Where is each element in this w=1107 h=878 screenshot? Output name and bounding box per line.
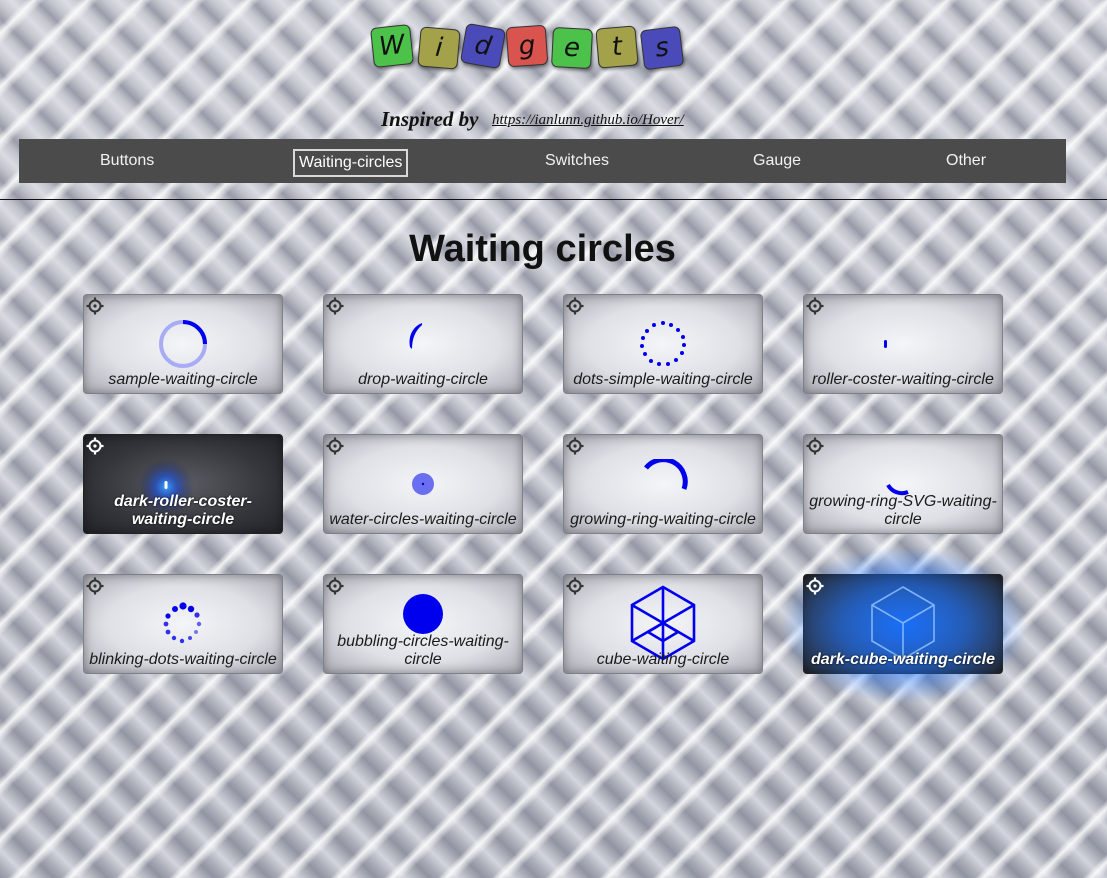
gear-icon[interactable] xyxy=(86,577,104,595)
main-nav: Buttons Waiting-circles Switches Gauge O… xyxy=(19,139,1066,183)
card-label: water-circles-waiting-circle xyxy=(329,511,517,528)
inspired-link[interactable]: https://ianlunn.github.io/Hover/ xyxy=(492,112,684,129)
nav-item-gauge[interactable]: Gauge xyxy=(753,139,801,183)
gear-icon[interactable] xyxy=(326,437,344,455)
widget-card-dots-simple[interactable]: dots-simple-waiting-circle xyxy=(563,294,763,394)
gear-icon[interactable] xyxy=(806,577,824,595)
gear-icon[interactable] xyxy=(86,297,104,315)
widget-card-drop[interactable]: drop-waiting-circle xyxy=(323,294,523,394)
logo-tile: d xyxy=(459,22,507,70)
card-label: dots-simple-waiting-circle xyxy=(573,371,753,388)
card-label: drop-waiting-circle xyxy=(358,371,488,388)
nav-item-buttons[interactable]: Buttons xyxy=(100,139,154,183)
spinner-water-circles xyxy=(412,473,434,495)
widget-card-sample[interactable]: sample-waiting-circle xyxy=(83,294,283,394)
spinner-bubbling-circles xyxy=(403,594,443,634)
inspired-by-text: Inspired by xyxy=(381,107,479,131)
widget-card-water-circles[interactable]: water-circles-waiting-circle xyxy=(323,434,523,534)
gear-icon[interactable] xyxy=(326,297,344,315)
nav-item-switches[interactable]: Switches xyxy=(545,139,609,183)
gear-icon[interactable] xyxy=(86,437,104,455)
card-label: dark-roller-coster-waiting-circle xyxy=(114,493,252,528)
widget-card-growing-ring-svg[interactable]: growing-ring-SVG-waiting-circle xyxy=(803,434,1003,534)
widget-card-dark-roller-coster[interactable]: dark-roller-coster-waiting-circle xyxy=(83,434,283,534)
card-label: cube-waiting-circle xyxy=(596,651,730,668)
widget-card-blinking-dots[interactable]: blinking-dots-waiting-circle xyxy=(83,574,283,674)
spinner-drop xyxy=(409,323,422,349)
card-label: blinking-dots-waiting-circle xyxy=(89,651,277,668)
logo-tile: i xyxy=(417,26,461,70)
gear-icon[interactable] xyxy=(566,577,584,595)
nav-item-waiting-circles[interactable]: Waiting-circles xyxy=(293,149,409,177)
widget-card-growing-ring[interactable]: growing-ring-waiting-circle xyxy=(563,434,763,534)
gear-icon[interactable] xyxy=(806,437,824,455)
widget-card-roller-coster[interactable]: roller-coster-waiting-circle xyxy=(803,294,1003,394)
widgets-logo: W i d g e t s xyxy=(370,22,690,72)
nav-item-other[interactable]: Other xyxy=(946,139,986,183)
gear-icon[interactable] xyxy=(806,297,824,315)
logo-tile: t xyxy=(595,25,639,69)
widget-card-cube[interactable]: cube-waiting-circle xyxy=(563,574,763,674)
logo-tile: W xyxy=(370,24,414,68)
card-label: bubbling-circles-waiting-circle xyxy=(337,633,509,668)
spinner-blinking-dots xyxy=(163,602,202,644)
logo-tile: e xyxy=(550,26,594,70)
card-label: growing-ring-waiting-circle xyxy=(570,511,756,528)
spinner-sample xyxy=(159,320,207,368)
card-label: roller-coster-waiting-circle xyxy=(812,371,994,388)
card-label: dark-cube-waiting-circle xyxy=(810,651,996,668)
widget-card-dark-cube[interactable]: dark-cube-waiting-circle xyxy=(779,545,1029,705)
card-label: sample-waiting-circle xyxy=(108,371,258,388)
logo-tile: g xyxy=(505,24,549,68)
page-title: Waiting circles xyxy=(409,228,676,270)
widget-card-bubbling-circles[interactable]: bubbling-circles-waiting-circle xyxy=(323,574,523,674)
logo-tile: s xyxy=(639,25,685,71)
spinner-dots-simple xyxy=(640,321,686,366)
divider xyxy=(0,199,1107,200)
card-label: growing-ring-SVG-waiting-circle xyxy=(809,493,997,528)
spinner-growing-ring xyxy=(644,459,688,490)
gear-icon[interactable] xyxy=(566,297,584,315)
gear-icon[interactable] xyxy=(566,437,584,455)
gear-icon[interactable] xyxy=(326,577,344,595)
spinner-roller-coster xyxy=(884,340,887,348)
